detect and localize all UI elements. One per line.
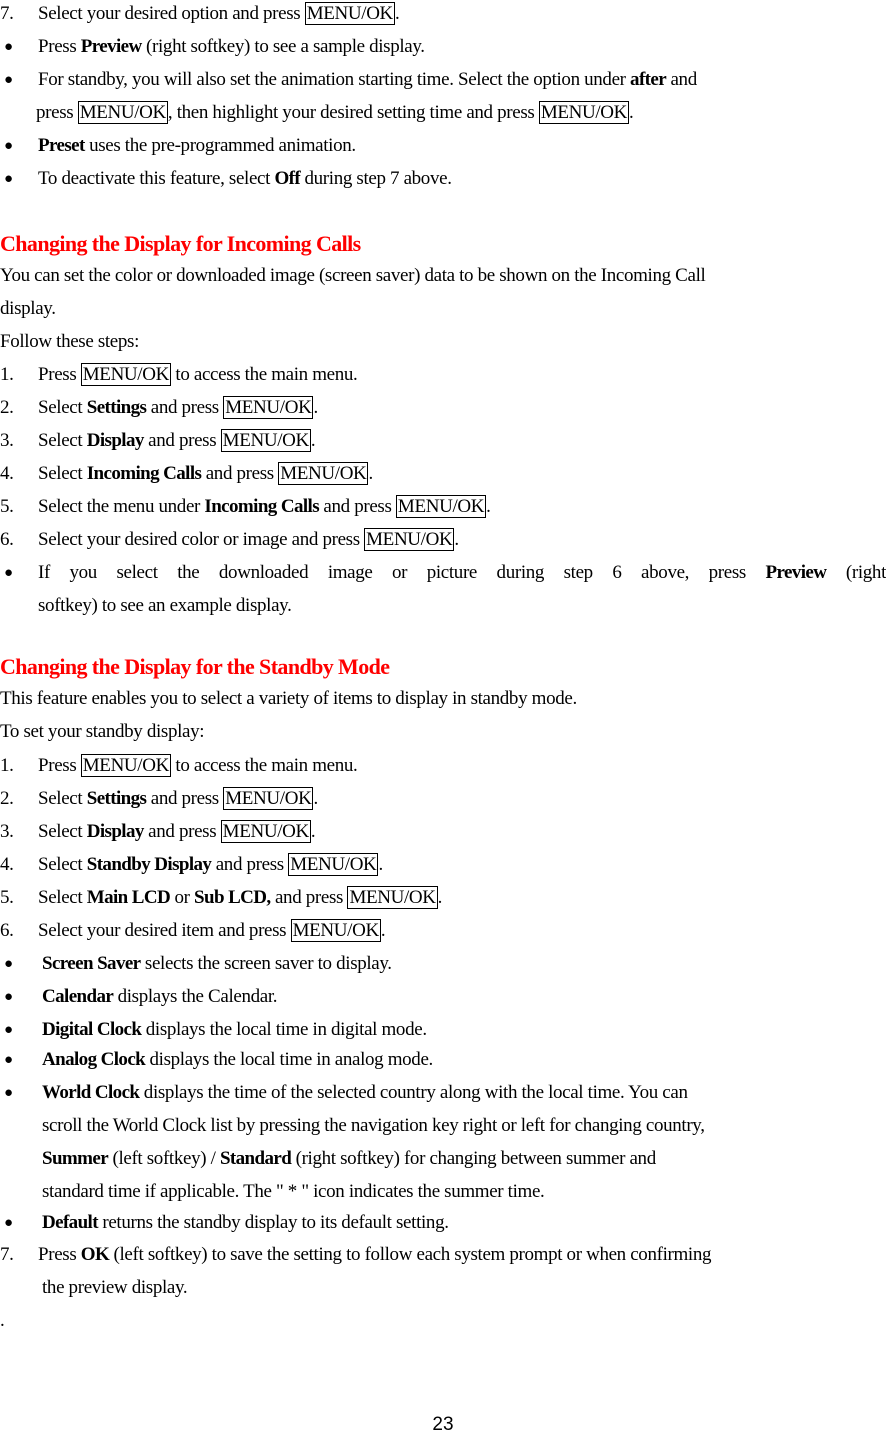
menu-ok-key: MENU/OK xyxy=(290,919,381,942)
bullet-icon: ● xyxy=(4,171,13,187)
menu-ok-key: MENU/OK xyxy=(364,528,455,551)
menu-ok-key: MENU/OK xyxy=(223,396,314,419)
menu-ok-key: MENU/OK xyxy=(288,853,379,876)
step-number: 7. xyxy=(0,3,14,24)
bullet-icon: ● xyxy=(4,565,13,581)
bullet-icon: ● xyxy=(4,138,13,154)
section-heading-standby-mode: Changing the Display for the Standby Mod… xyxy=(0,654,390,679)
menu-ok-key: MENU/OK xyxy=(80,754,171,777)
bullet-icon: ● xyxy=(4,72,13,88)
menu-ok-key: MENU/OK xyxy=(347,886,438,909)
section-heading-incoming-calls: Changing the Display for Incoming Calls xyxy=(0,231,361,256)
menu-ok-key: MENU/OK xyxy=(80,363,171,386)
bullet-icon: ● xyxy=(4,1085,13,1101)
menu-ok-key: MENU/OK xyxy=(278,462,369,485)
bullet-icon: ● xyxy=(4,1052,13,1068)
bullet-icon: ● xyxy=(4,39,13,55)
bullet-icon: ● xyxy=(4,1022,13,1038)
menu-ok-key: MENU/OK xyxy=(220,820,311,843)
bullet-icon: ● xyxy=(4,1215,13,1231)
menu-ok-key: MENU/OK xyxy=(395,495,487,518)
menu-ok-key: MENU/OK xyxy=(220,429,311,452)
menu-ok-key: MENU/OK xyxy=(77,101,168,124)
bullet-icon: ● xyxy=(4,956,13,972)
page-number: 23 xyxy=(432,1414,454,1435)
bullet-icon: ● xyxy=(4,989,13,1005)
menu-ok-key: MENU/OK xyxy=(538,101,630,124)
menu-ok-key: MENU/OK xyxy=(304,2,395,25)
menu-ok-key: MENU/OK xyxy=(223,787,314,810)
